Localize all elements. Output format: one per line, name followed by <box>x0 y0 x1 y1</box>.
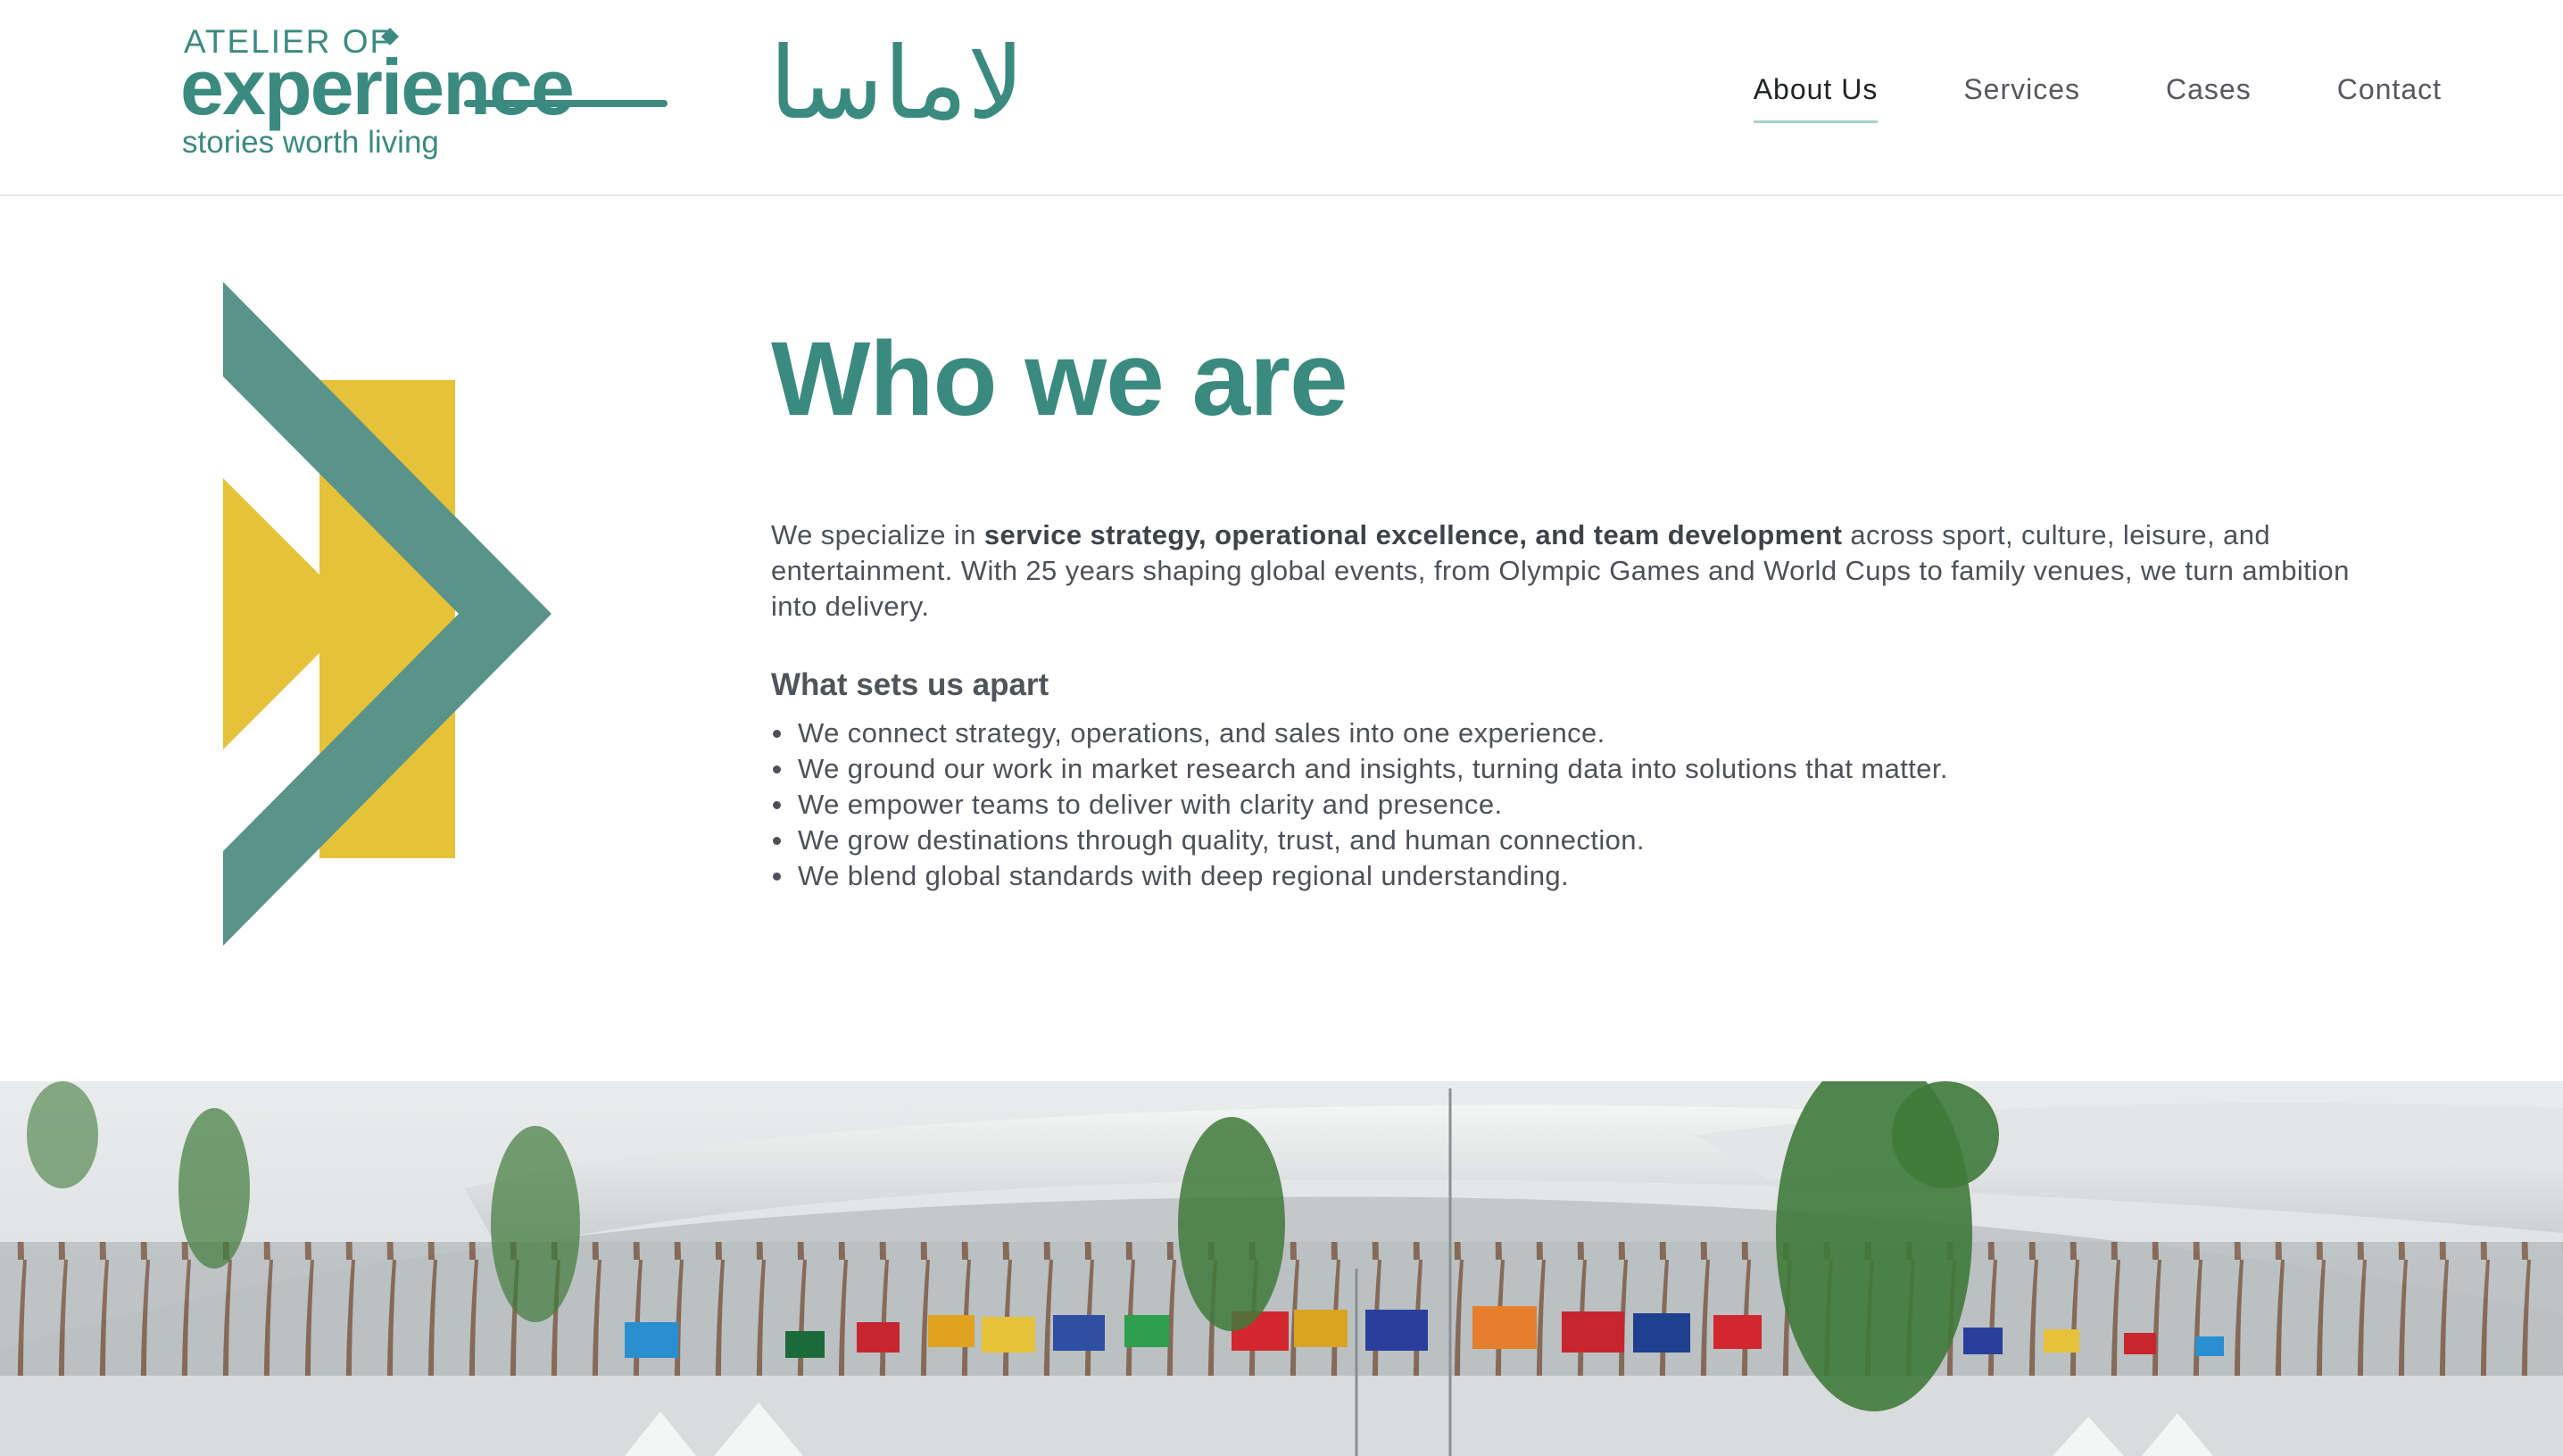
list-item: We connect strategy, operations, and sal… <box>771 716 2377 751</box>
hero-photo <box>0 1081 2563 1456</box>
brand-logo[interactable]: ATELIER OF experience stories worth livi… <box>180 20 680 171</box>
nav-services[interactable]: Services <box>1963 73 2080 123</box>
list-item: We grow destinations through quality, tr… <box>771 823 2377 858</box>
intro-paragraph: We specialize in service strategy, opera… <box>771 517 2360 625</box>
list-item: We empower teams to deliver with clarity… <box>771 787 2377 823</box>
logo-tagline: stories worth living <box>182 125 439 160</box>
list-item: We blend global standards with deep regi… <box>771 858 2377 894</box>
section-subheading: What sets us apart <box>771 667 1049 702</box>
differentiators-list: We connect strategy, operations, and sal… <box>771 716 2377 894</box>
page-title: Who we are <box>771 320 1348 438</box>
nav-about-us[interactable]: About Us <box>1753 73 1879 123</box>
logo-arabic-text: لاماسا <box>769 26 1024 142</box>
intro-prefix: We specialize in <box>771 519 984 550</box>
list-item: We ground our work in market research an… <box>771 751 2377 787</box>
nav-cases[interactable]: Cases <box>2166 73 2252 123</box>
site-header: ATELIER OF experience stories worth livi… <box>0 0 2563 196</box>
intro-highlight: service strategy, operational excellence… <box>983 519 1843 550</box>
logo-experience-text: experience <box>180 43 575 131</box>
stadium-photo-image <box>0 1081 2563 1456</box>
chevron-graphic-icon <box>223 282 552 946</box>
logo-swash <box>464 100 668 107</box>
nav-contact[interactable]: Contact <box>2337 73 2442 123</box>
about-section: Who we are We specialize in service stra… <box>771 321 2377 894</box>
main-nav: About Us Services Cases Contact <box>1753 73 2442 123</box>
